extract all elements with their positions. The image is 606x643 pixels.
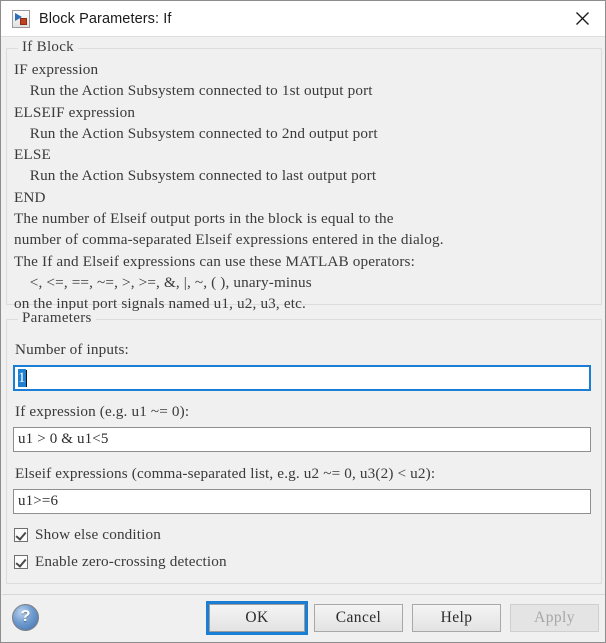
if-block-group-legend: If Block bbox=[18, 39, 78, 56]
title-bar: Block Parameters: If bbox=[1, 1, 605, 37]
parameters-group-legend: Parameters bbox=[18, 310, 96, 327]
show-else-condition-checkbox[interactable]: Show else condition bbox=[14, 526, 161, 544]
question-mark-glyph: ? bbox=[20, 608, 31, 625]
ok-button[interactable]: OK bbox=[206, 601, 308, 635]
elseif-expressions-label: Elseif expressions (comma-separated list… bbox=[15, 465, 436, 482]
text-caret bbox=[25, 369, 27, 387]
apply-button: Apply bbox=[510, 604, 599, 632]
dialog-footer: ? OK Cancel Help Apply bbox=[2, 594, 605, 642]
checkbox-check-icon bbox=[14, 555, 28, 569]
window-title: Block Parameters: If bbox=[39, 10, 172, 27]
if-block-description: IF expression Run the Action Subsystem c… bbox=[14, 61, 444, 313]
cancel-button[interactable]: Cancel bbox=[314, 604, 403, 632]
if-expression-input[interactable] bbox=[13, 427, 591, 452]
number-of-inputs-value: 1 bbox=[18, 369, 26, 387]
show-else-condition-label: Show else condition bbox=[35, 526, 162, 543]
enable-zero-crossing-label: Enable zero-crossing detection bbox=[35, 553, 227, 570]
number-of-inputs-input[interactable]: 1 bbox=[13, 365, 591, 391]
number-of-inputs-label: Number of inputs: bbox=[15, 341, 129, 358]
help-button[interactable]: Help bbox=[412, 604, 501, 632]
close-icon[interactable] bbox=[559, 1, 605, 35]
checkbox-check-icon bbox=[14, 528, 28, 542]
enable-zero-crossing-checkbox[interactable]: Enable zero-crossing detection bbox=[14, 553, 227, 571]
block-parameters-dialog: Block Parameters: If If Block IF express… bbox=[0, 0, 606, 643]
question-mark-icon[interactable]: ? bbox=[12, 604, 39, 631]
elseif-expressions-input[interactable] bbox=[13, 489, 591, 514]
if-expression-label: If expression (e.g. u1 ~= 0): bbox=[15, 403, 190, 420]
simulink-block-icon bbox=[12, 9, 30, 28]
